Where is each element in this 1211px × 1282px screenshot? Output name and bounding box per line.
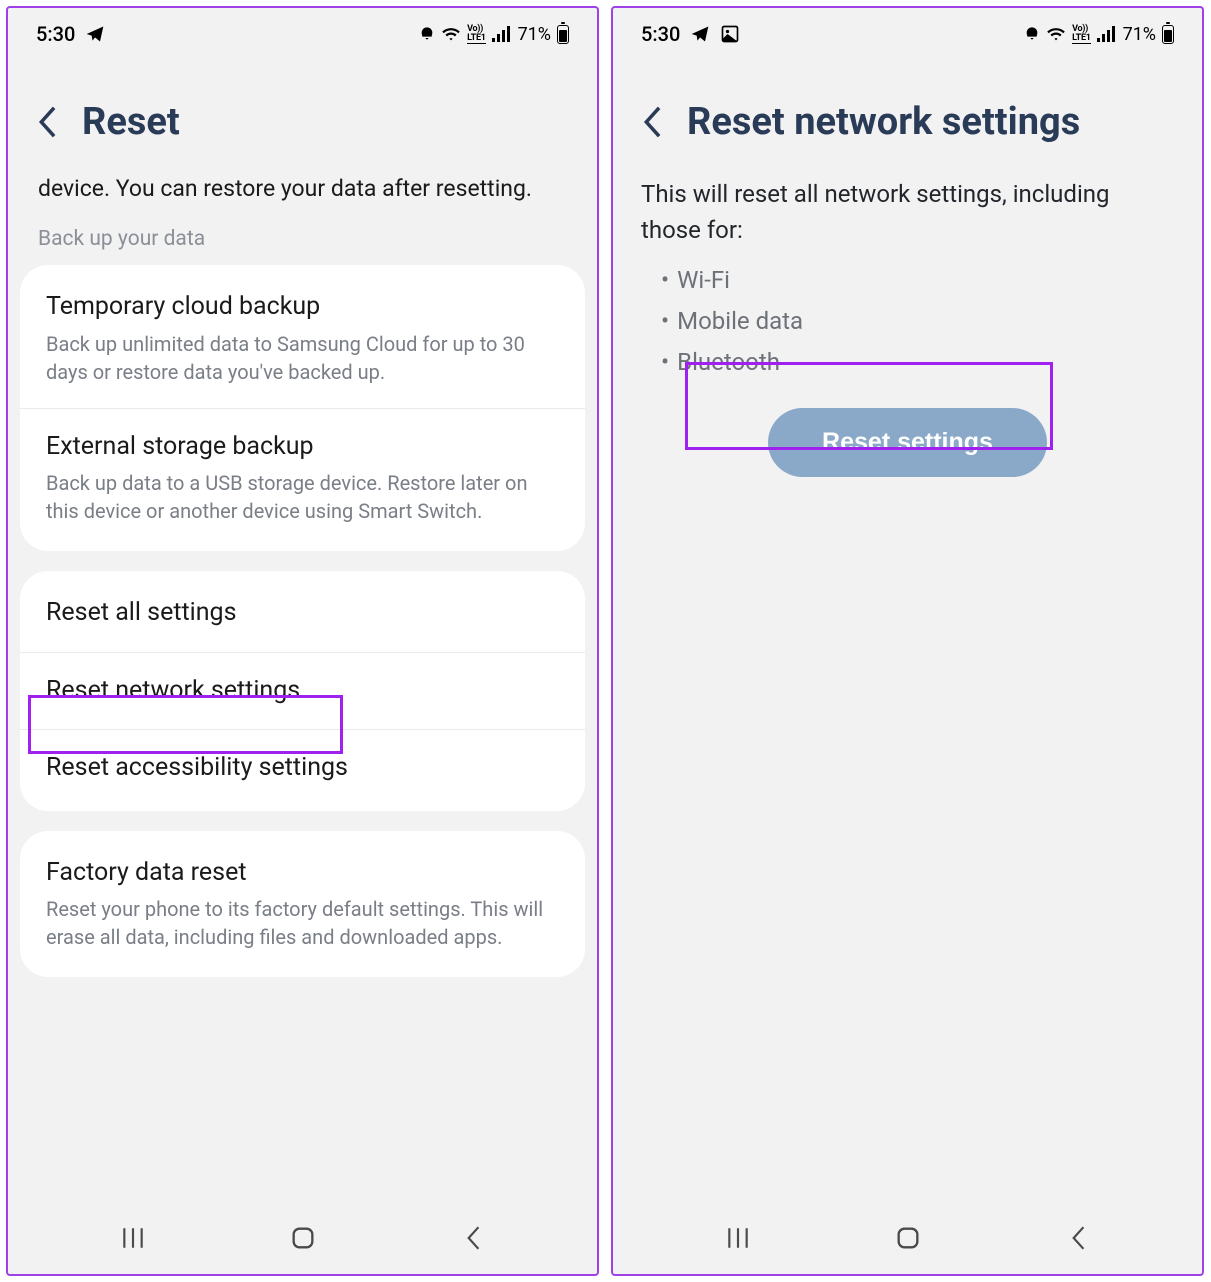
clock: 5:30 (641, 22, 680, 46)
item-title: Reset accessibility settings (46, 752, 559, 785)
alarm-icon (419, 25, 435, 43)
item-title: Reset all settings (46, 597, 559, 630)
page-title: Reset (82, 100, 180, 144)
alarm-icon (1024, 25, 1040, 43)
bullet-label: Wi-Fi (677, 260, 730, 301)
bullet-label: Mobile data (677, 301, 803, 342)
status-bar: 5:30 Vo))LTE1 71% (8, 8, 597, 60)
back-nav-icon[interactable] (1066, 1225, 1090, 1251)
item-external-storage-backup[interactable]: External storage backup Back up data to … (20, 408, 585, 548)
item-title: Factory data reset (46, 857, 559, 890)
intro-text: device. You can restore your data after … (20, 172, 585, 227)
home-icon[interactable] (289, 1224, 317, 1252)
item-sub: Reset your phone to its factory default … (46, 895, 559, 951)
status-bar: 5:30 Vo))LTE1 71% (613, 8, 1202, 60)
phone-left: 5:30 Vo))LTE1 71% Reset device. You can … (6, 6, 599, 1276)
bullet-label: Bluetooth (677, 342, 780, 383)
battery-icon (557, 25, 569, 44)
item-sub: Back up unlimited data to Samsung Cloud … (46, 330, 559, 386)
item-title: Reset network settings (46, 675, 559, 708)
factory-card: Factory data reset Reset your phone to i… (20, 831, 585, 978)
home-icon[interactable] (894, 1224, 922, 1252)
recents-icon[interactable] (120, 1225, 146, 1251)
signal-icon (492, 26, 512, 42)
wifi-icon (441, 26, 461, 42)
description-text: This will reset all network settings, in… (621, 172, 1194, 260)
content-area: This will reset all network settings, in… (613, 172, 1202, 1202)
back-icon[interactable] (36, 105, 58, 139)
bullet-mobile-data: •Mobile data (661, 301, 1174, 342)
bullet-bluetooth: •Bluetooth (661, 342, 1174, 383)
reset-settings-button[interactable]: Reset settings (768, 408, 1047, 477)
recents-icon[interactable] (725, 1225, 751, 1251)
battery-percent: 71% (518, 24, 551, 45)
backup-card: Temporary cloud backup Back up unlimited… (20, 265, 585, 551)
reset-card: Reset all settings Reset network setting… (20, 571, 585, 811)
battery-percent: 71% (1123, 24, 1156, 45)
page-header: Reset network settings (613, 60, 1202, 172)
content-area: device. You can restore your data after … (8, 172, 597, 1202)
item-title: External storage backup (46, 431, 559, 464)
bullet-list: •Wi-Fi •Mobile data •Bluetooth (621, 260, 1194, 382)
signal-icon (1097, 26, 1117, 42)
volte-indicator: Vo))LTE1 (1072, 25, 1090, 44)
volte-indicator: Vo))LTE1 (467, 25, 485, 44)
section-label: Back up your data (20, 227, 585, 265)
clock: 5:30 (36, 22, 75, 46)
item-reset-accessibility-settings[interactable]: Reset accessibility settings (20, 729, 585, 807)
item-temp-cloud-backup[interactable]: Temporary cloud backup Back up unlimited… (20, 269, 585, 408)
back-nav-icon[interactable] (461, 1225, 485, 1251)
telegram-icon (690, 24, 710, 44)
back-icon[interactable] (641, 105, 663, 139)
item-title: Temporary cloud backup (46, 291, 559, 324)
telegram-icon (85, 24, 105, 44)
page-title: Reset network settings (687, 100, 1080, 144)
battery-icon (1162, 25, 1174, 44)
phone-right: 5:30 Vo))LTE1 71% Reset network settings… (611, 6, 1204, 1276)
item-reset-all-settings[interactable]: Reset all settings (20, 575, 585, 652)
item-sub: Back up data to a USB storage device. Re… (46, 469, 559, 525)
image-icon (720, 24, 740, 44)
wifi-icon (1046, 26, 1066, 42)
item-factory-data-reset[interactable]: Factory data reset Reset your phone to i… (20, 835, 585, 974)
page-header: Reset (8, 60, 597, 172)
bullet-wifi: •Wi-Fi (661, 260, 1174, 301)
nav-bar (613, 1202, 1202, 1274)
nav-bar (8, 1202, 597, 1274)
item-reset-network-settings[interactable]: Reset network settings (20, 652, 585, 730)
